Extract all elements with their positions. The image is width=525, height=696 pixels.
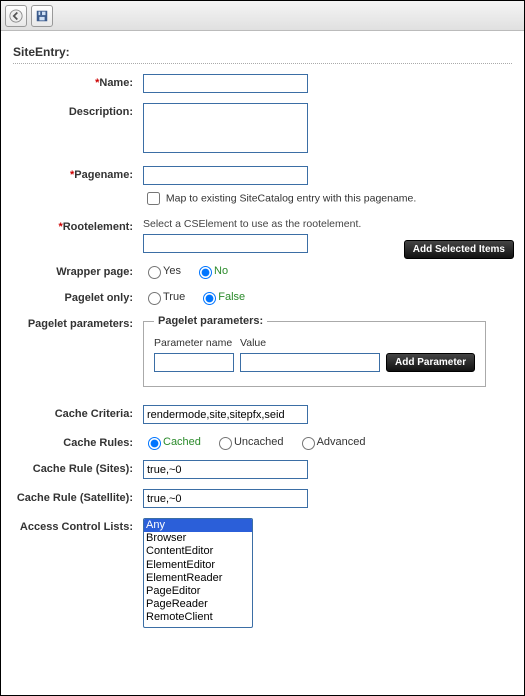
pagelet-params-legend: Pagelet parameters: [154,315,267,327]
form-content: SiteEntry: *Name: Description: *Pagename… [1,31,524,695]
cache-rule-sites-label: Cache Rule (Sites): [13,460,143,475]
pagelet-only-radio-group: True False [143,289,512,305]
arrow-left-icon [9,9,23,23]
floppy-disk-icon [35,9,49,23]
acl-option[interactable]: ElementEditor [144,559,252,572]
pagelet-false-radio[interactable] [203,292,216,305]
pagename-input[interactable] [143,166,308,185]
name-label: *Name: [13,74,143,89]
cache-advanced-radio[interactable] [302,437,315,450]
acl-option[interactable]: RemoteClient [144,611,252,624]
param-value-input[interactable] [240,353,380,372]
wrapper-no-radio[interactable] [199,266,212,279]
name-input[interactable] [143,74,308,93]
acl-option[interactable]: Any [144,519,252,532]
pagename-label: *Pagename: [13,166,143,181]
param-name-header: Parameter name [154,337,234,349]
rootelement-input[interactable] [143,234,308,253]
page-title: SiteEntry: [13,45,512,59]
acl-option[interactable]: ElementReader [144,572,252,585]
description-textarea[interactable] [143,103,308,153]
cache-rules-radio-group: Cached Uncached Advanced [143,434,512,450]
acl-option[interactable]: PageReader [144,598,252,611]
cache-rules-label: Cache Rules: [13,434,143,449]
map-checkbox-label: Map to existing SiteCatalog entry with t… [166,192,416,204]
cache-rule-satellite-input[interactable] [143,489,308,508]
acl-option[interactable]: ContentEditor [144,545,252,558]
wrapper-yes-radio[interactable] [148,266,161,279]
param-value-header: Value [240,337,266,349]
separator [13,63,512,64]
description-label: Description: [13,103,143,118]
map-checkbox[interactable] [147,192,160,205]
add-selected-items-button[interactable]: Add Selected Items [404,240,514,259]
cache-rule-sites-input[interactable] [143,460,308,479]
wrapper-radio-group: Yes No [143,263,512,279]
cache-criteria-input[interactable] [143,405,308,424]
acl-label: Access Control Lists: [13,518,143,533]
pagelet-params-label: Pagelet parameters: [13,315,143,330]
wrapper-label: Wrapper page: [13,263,143,278]
pagelet-true-radio[interactable] [148,292,161,305]
cache-cached-radio[interactable] [148,437,161,450]
toolbar [1,1,524,31]
rootelement-hint: Select a CSElement to use as the rootele… [143,218,512,230]
rootelement-label: *Rootelement: [13,218,143,233]
back-button[interactable] [5,5,27,27]
param-name-input[interactable] [154,353,234,372]
save-button[interactable] [31,5,53,27]
pagelet-only-label: Pagelet only: [13,289,143,304]
pagelet-params-fieldset: Pagelet parameters: Parameter name Value… [143,315,486,387]
add-parameter-button[interactable]: Add Parameter [386,353,475,372]
cache-rule-satellite-label: Cache Rule (Satellite): [13,489,143,504]
cache-criteria-label: Cache Criteria: [13,405,143,420]
acl-option[interactable]: Browser [144,532,252,545]
acl-option[interactable]: PageEditor [144,585,252,598]
cache-uncached-radio[interactable] [219,437,232,450]
acl-select[interactable]: AnyBrowserContentEditorElementEditorElem… [143,518,253,628]
